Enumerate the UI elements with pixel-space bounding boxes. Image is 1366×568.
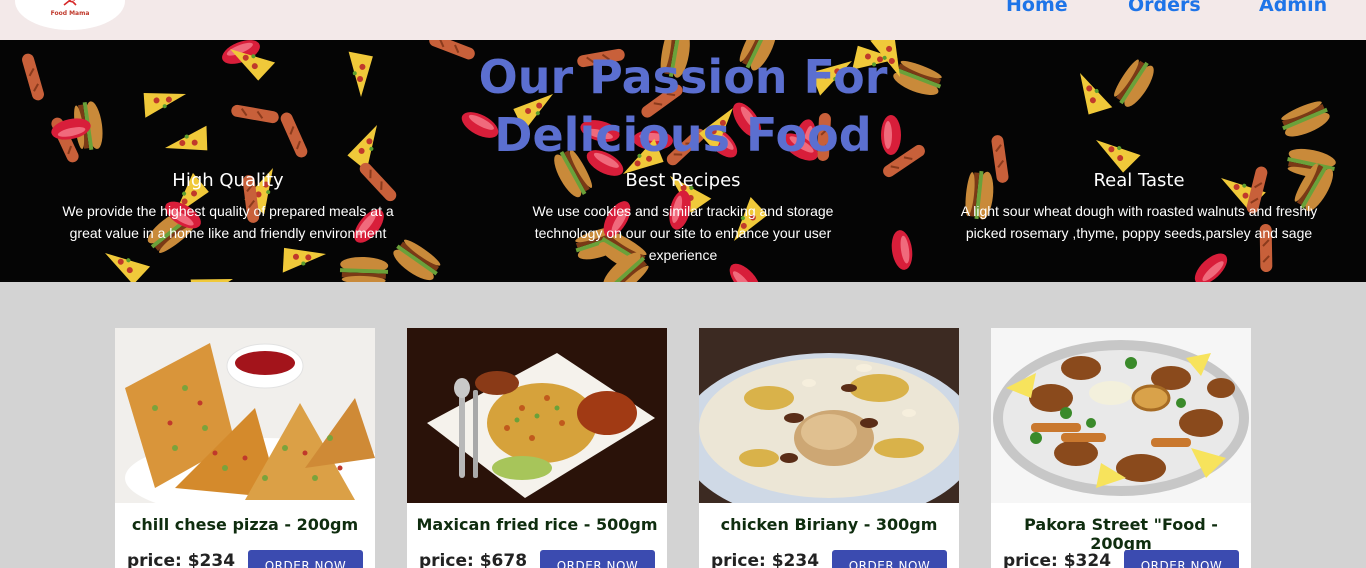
feature-text: We provide the highest quality of prepar… — [62, 203, 394, 241]
hero-banner: Our Passion For Delicious Food High Qual… — [0, 40, 1366, 282]
food-pattern-shape — [22, 53, 44, 101]
order-now-button[interactable]: ORDER NOW — [248, 550, 363, 568]
order-now-button[interactable]: ORDER NOW — [832, 550, 947, 568]
product-name: chicken Biriany - 300gm — [720, 515, 938, 534]
product-price: price: $678 — [419, 551, 528, 568]
feature-title: Best Recipes — [625, 170, 741, 191]
hero-title: Our Passion For Delicious Food — [478, 50, 888, 162]
food-pattern-shape — [143, 93, 186, 118]
runner-icon — [63, 0, 77, 6]
product-price: price: $234 — [127, 551, 236, 568]
product-name: Maxican fried rice - 500gm — [416, 515, 658, 534]
biryani-image — [699, 328, 959, 503]
product-name: Pakora Street "Food - 200gm — [1024, 515, 1218, 553]
product-card-biryani: chicken Biriany - 300gm price: $234 ORDE… — [699, 328, 959, 568]
food-pattern-shape — [231, 104, 279, 124]
navbar: Food Mama Home Orders Admin — [0, 0, 1366, 40]
feature-text: A light sour wheat dough with roasted wa… — [960, 203, 1318, 241]
product-card-pizza: chill chese pizza - 200gm price: $234 OR… — [115, 328, 375, 568]
food-pattern-shape — [1080, 73, 1113, 115]
brand-logo[interactable]: Food Mama — [15, 0, 125, 30]
logo-text: Food Mama — [50, 10, 90, 17]
fried-rice-image — [407, 328, 667, 503]
pakora-platter-image — [991, 328, 1251, 503]
food-pattern-shape — [280, 112, 308, 158]
feature-real-taste: Real Taste A light sour wheat dough with… — [958, 169, 1320, 244]
feature-text: We use cookies and similar tracking and … — [532, 203, 834, 263]
food-pattern-shape — [1281, 101, 1330, 137]
feature-high-quality: High Quality We provide the highest qual… — [50, 169, 406, 244]
product-name: chill chese pizza - 200gm — [131, 515, 359, 534]
nav-admin-link[interactable]: Admin — [1259, 0, 1327, 16]
feature-title: High Quality — [172, 170, 284, 191]
food-pattern-shape — [105, 253, 151, 282]
food-pattern-shape — [190, 279, 233, 282]
nav-orders-link[interactable]: Orders — [1128, 0, 1201, 16]
food-pattern-shape — [1194, 253, 1228, 282]
feature-title: Real Taste — [1093, 170, 1185, 191]
product-price: price: $324 — [1003, 551, 1112, 568]
order-now-button[interactable]: ORDER NOW — [1124, 550, 1239, 568]
food-pattern-shape — [282, 247, 326, 273]
pizza-toast-image — [115, 328, 375, 503]
nav-home-link[interactable]: Home — [1006, 0, 1068, 16]
food-pattern-shape — [1114, 59, 1154, 107]
order-now-button[interactable]: ORDER NOW — [540, 550, 655, 568]
product-price: price: $234 — [711, 551, 820, 568]
feature-best-recipes: Best Recipes We use cookies and similar … — [510, 169, 856, 266]
food-pattern-shape — [165, 125, 208, 151]
product-card-fried-rice: Maxican fried rice - 500gm price: $678 O… — [407, 328, 667, 568]
product-card-pakora: Pakora Street "Food - 200gm price: $324 … — [991, 328, 1251, 568]
food-pattern-shape — [339, 256, 389, 282]
food-pattern-shape — [348, 51, 373, 97]
food-pattern-shape — [891, 230, 913, 270]
